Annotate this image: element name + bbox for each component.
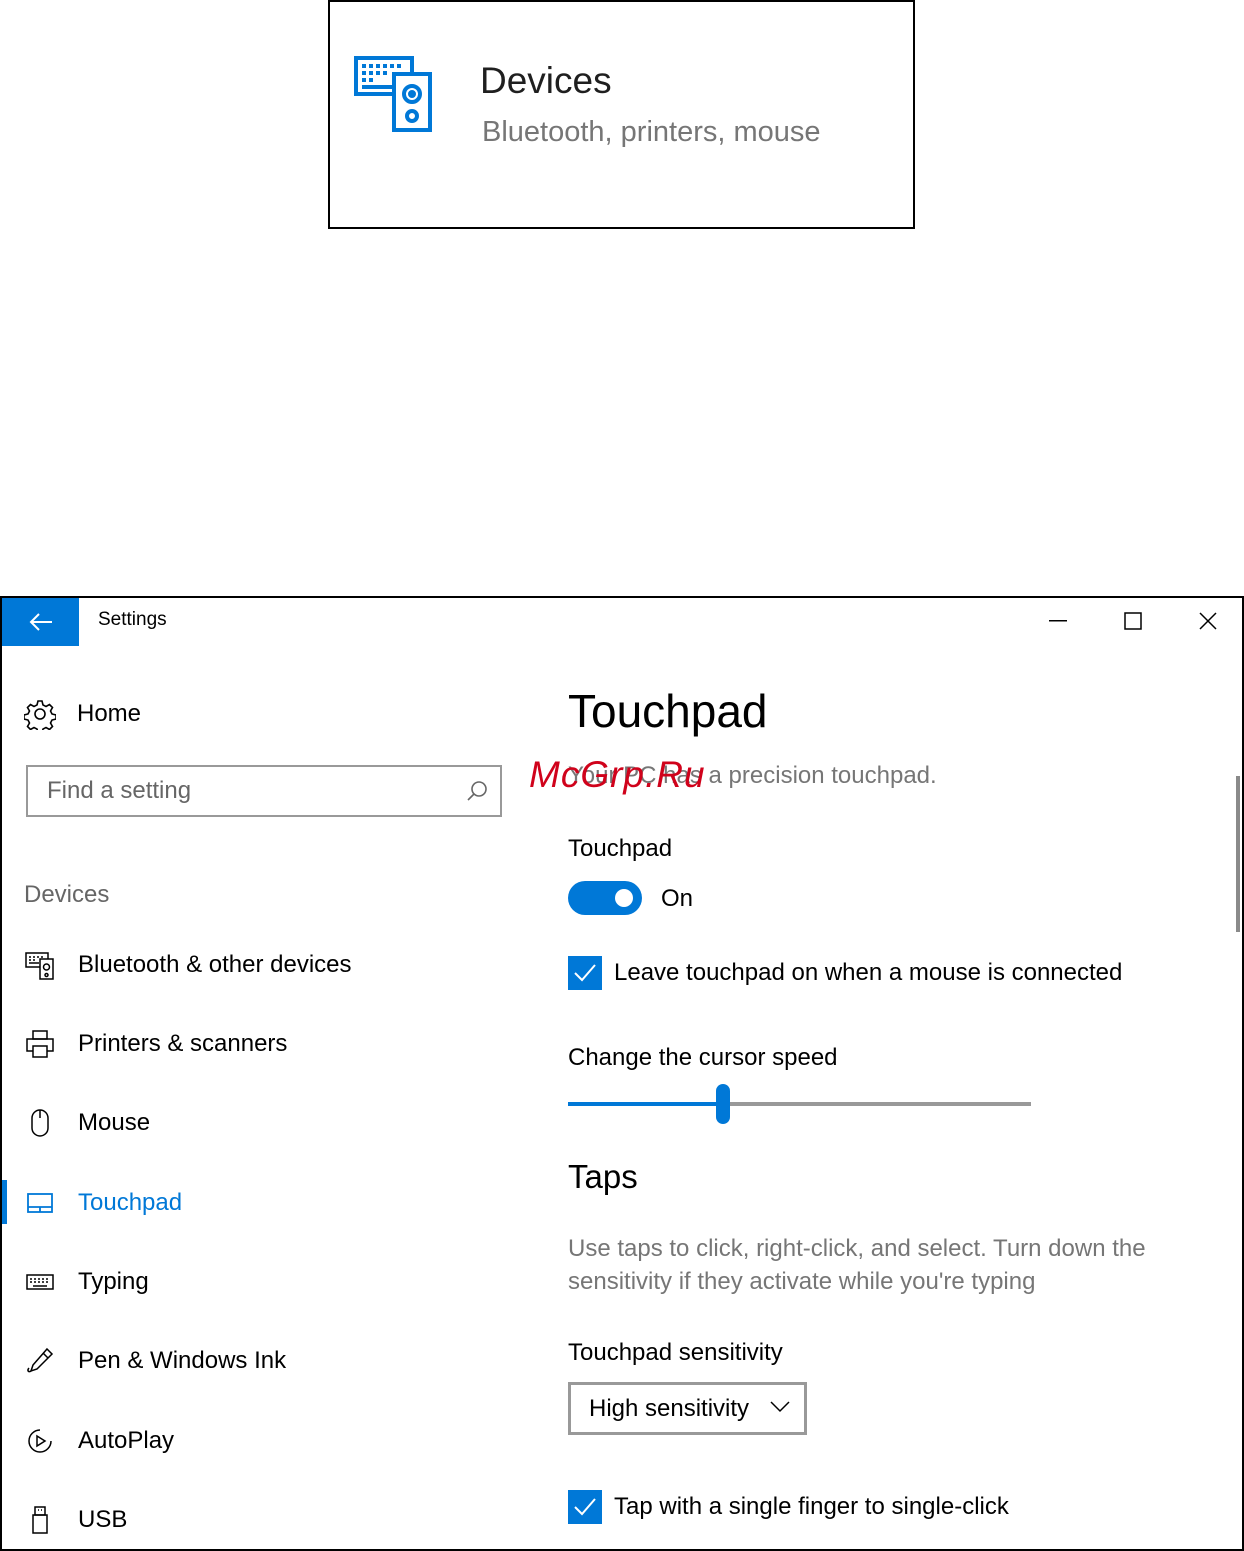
taps-description: Use taps to click, right-click, and sele… [568,1235,1146,1295]
touchpad-icon [24,1187,56,1219]
sidebar-item-label: USB [78,1506,128,1533]
sidebar-item-label: AutoPlay [78,1427,175,1454]
close-icon [1199,612,1217,630]
sidebar-item-touchpad[interactable]: Touchpad [2,1178,512,1228]
search-box[interactable] [26,765,502,817]
cursor-speed-slider[interactable] [568,1084,1031,1124]
sidebar-item-label: Printers & scanners [78,1030,288,1057]
leave-touchpad-on-checkbox[interactable] [568,956,602,990]
sidebar-item-typing[interactable]: Typing [2,1257,512,1307]
sidebar-item-usb[interactable]: USB [2,1495,512,1545]
slider-fill [568,1102,723,1106]
search-icon[interactable] [466,780,488,802]
mouse-icon [24,1107,56,1139]
sidebar-item-pen[interactable]: Pen & Windows Ink [2,1336,512,1386]
keyboard-icon [24,1266,56,1298]
usb-icon [24,1504,56,1536]
devices-tile[interactable]: Devices Bluetooth, printers, mouse [328,0,915,229]
sidebar-item-printers[interactable]: Printers & scanners [2,1019,512,1069]
toggle-state: On [661,885,694,912]
single-tap-label: Tap with a single finger to single-click [614,1493,1009,1520]
scrollbar[interactable] [1236,776,1240,932]
autoplay-icon [24,1425,56,1457]
toggle-knob [615,889,633,907]
pen-icon [24,1345,56,1377]
sidebar-item-mouse[interactable]: Mouse [2,1098,512,1148]
maximize-button[interactable] [1096,598,1170,644]
minimize-icon [1049,620,1067,622]
chevron-down-icon [770,1401,790,1413]
bluetooth-devices-icon [24,949,56,981]
close-button[interactable] [1171,598,1242,644]
sidebar-item-autoplay[interactable]: AutoPlay [2,1416,512,1466]
sidebar-item-label: Typing [78,1268,149,1295]
touchpad-toggle-label: Touchpad [568,835,673,862]
back-button[interactable] [2,598,79,646]
sidebar-item-label: Bluetooth & other devices [78,951,352,978]
sidebar-item-label: Pen & Windows Ink [78,1347,287,1374]
cursor-speed-label: Change the cursor speed [568,1044,838,1071]
checkmark-icon [574,964,596,982]
search-input[interactable] [28,767,458,815]
tile-title: Devices [480,60,612,101]
window-title: Settings [98,609,167,630]
home-nav-item[interactable]: Home [24,696,324,736]
sidebar-item-label: Mouse [78,1109,151,1136]
gear-icon [24,698,56,730]
printer-icon [24,1028,56,1060]
home-label: Home [77,700,142,727]
slider-thumb[interactable] [716,1084,730,1124]
maximize-icon [1124,612,1142,630]
sidebar-item-bluetooth[interactable]: Bluetooth & other devices [2,940,512,990]
taps-section-title: Taps [568,1158,638,1195]
title-bar: Settings [2,598,1242,646]
tile-subtitle: Bluetooth, printers, mouse [482,116,821,148]
leave-touchpad-on-label: Leave touchpad on when a mouse is connec… [614,959,1123,986]
touchpad-toggle[interactable] [568,881,642,915]
watermark: McGrp.Ru [529,754,706,795]
single-tap-checkbox[interactable] [568,1490,602,1524]
active-indicator [2,1180,7,1224]
checkmark-icon [574,1498,596,1516]
page-title: Touchpad [568,685,768,737]
settings-window: Settings Home Devices [0,596,1244,1551]
sidebar-item-label: Touchpad [78,1189,183,1216]
devices-icon [354,52,434,134]
sensitivity-dropdown[interactable]: High sensitivity [568,1382,807,1435]
back-arrow-icon [29,613,52,631]
sidebar-section-devices: Devices [24,881,110,908]
sensitivity-label: Touchpad sensitivity [568,1339,783,1366]
sensitivity-value: High sensitivity [589,1395,750,1422]
minimize-button[interactable] [1021,598,1095,644]
